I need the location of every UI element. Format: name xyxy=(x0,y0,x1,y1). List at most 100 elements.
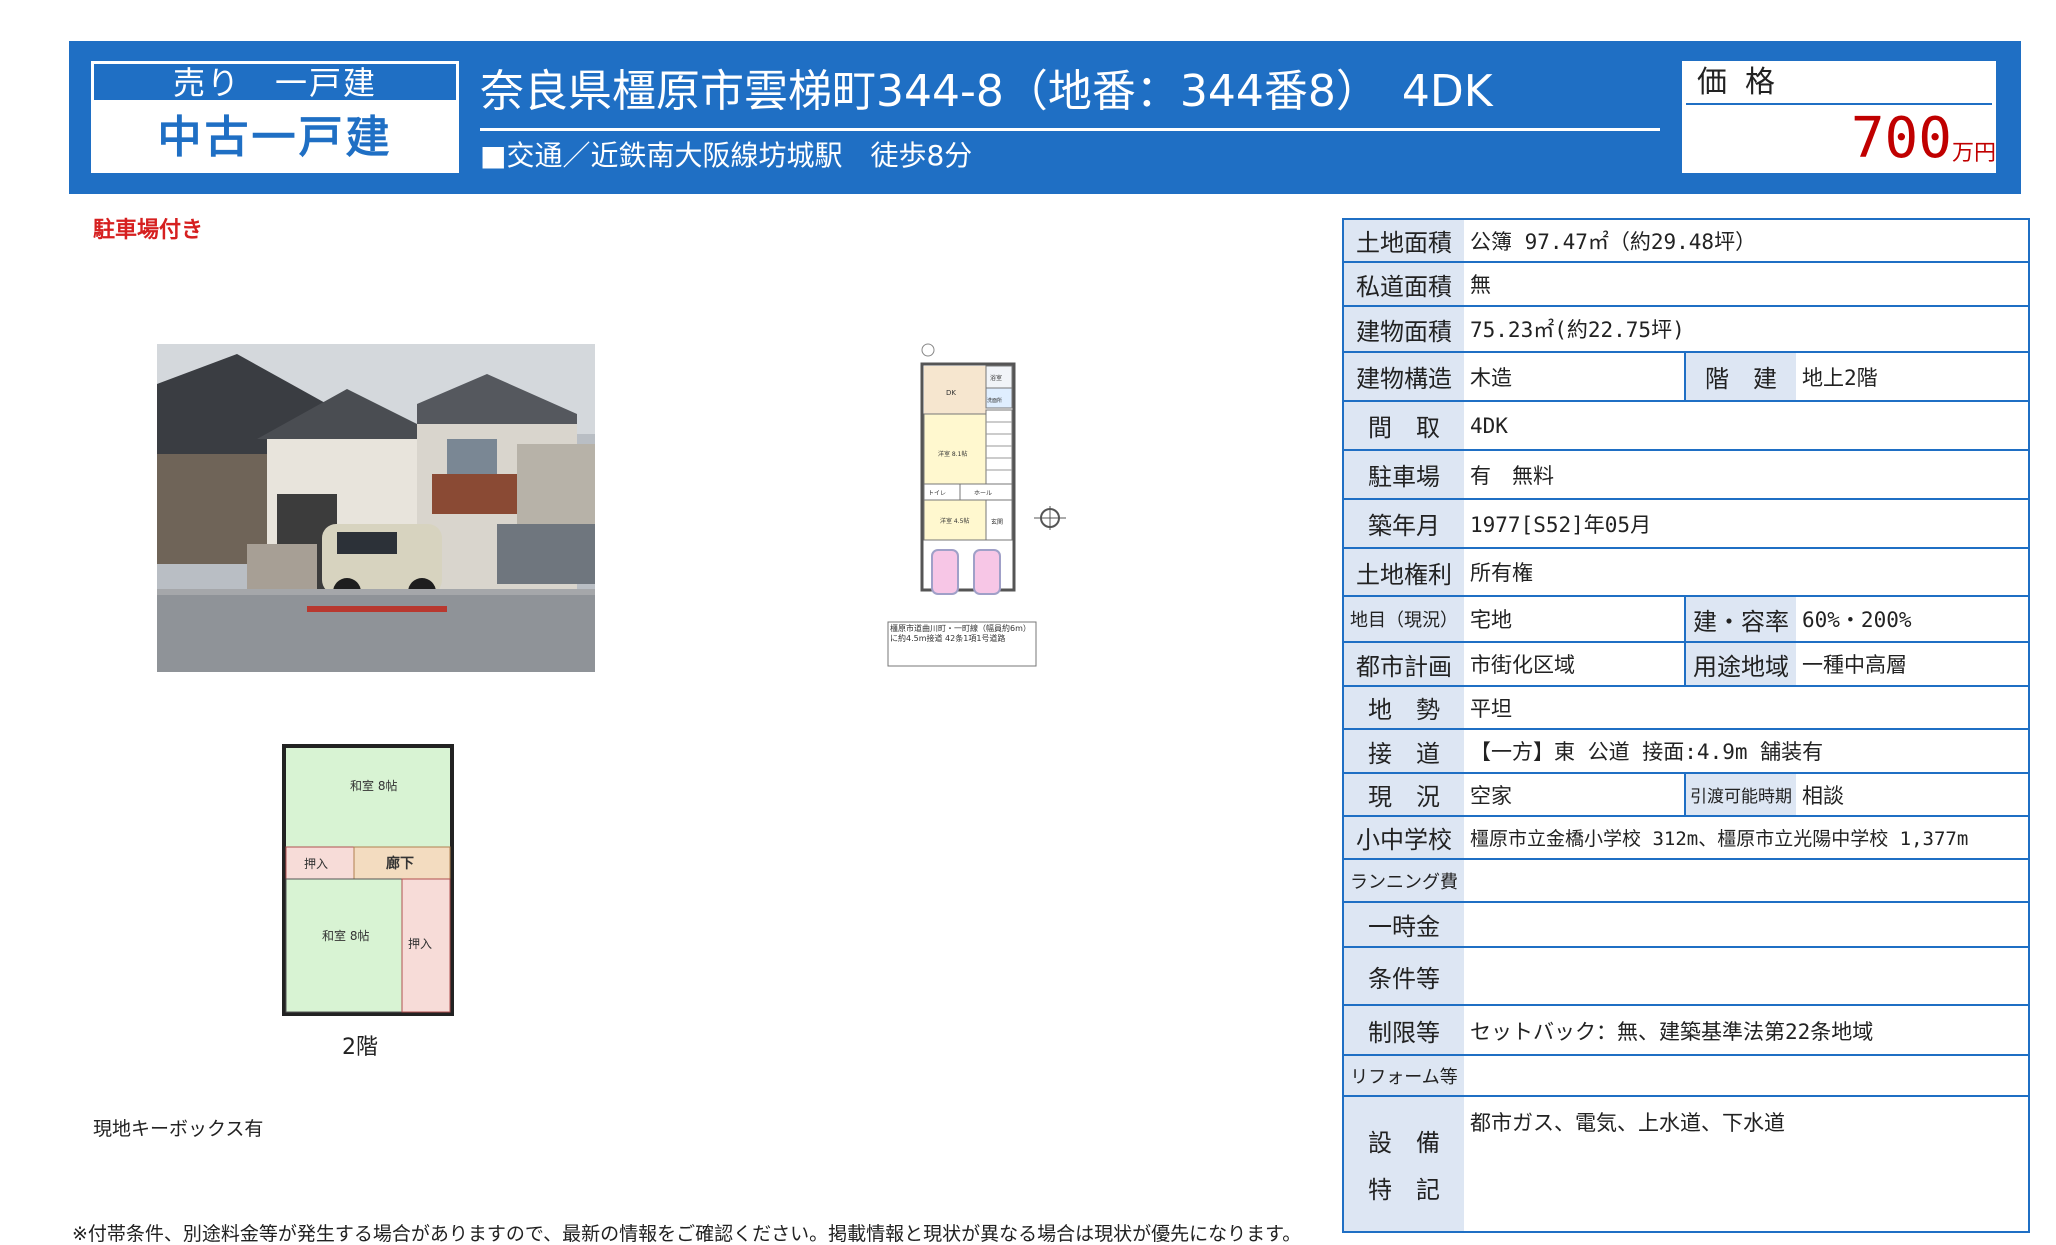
coverage-ratio-label: 建・容率 xyxy=(1686,597,1796,641)
structure-label: 建物構造 xyxy=(1344,353,1464,400)
access-info: ■交通／近鉄南大阪線坊城駅 徒歩8分 xyxy=(480,139,973,172)
facilities-label-1: 設 備 xyxy=(1368,1129,1440,1157)
property-type-label: 中古一戸建 xyxy=(91,103,459,173)
row-facilities: 設 備 特 記 都市ガス、電気、上水道、下水道 xyxy=(1344,1097,2028,1231)
facilities-label-2: 特 記 xyxy=(1368,1176,1440,1204)
facilities-value: 都市ガス、電気、上水道、下水道 xyxy=(1470,1111,1785,1135)
land-category-value: 宅地 xyxy=(1464,597,1686,641)
land-area-label: 土地面積 xyxy=(1344,220,1464,261)
row-land-category: 地目（現況） 宅地 建・容率 60%・200% xyxy=(1344,597,2028,643)
structure-value: 木造 xyxy=(1464,353,1686,400)
room-entrance: 玄関 xyxy=(991,518,1003,526)
keybox-note: 現地キーボックス有 xyxy=(93,1118,264,1140)
row-status: 現 況 空家 引渡可能時期 相談 xyxy=(1344,774,2028,817)
closet-2: 押入 xyxy=(408,937,432,951)
road-access-label: 接 道 xyxy=(1344,730,1464,772)
row-private-road: 私道面積 無 xyxy=(1344,263,2028,307)
land-rights-label: 土地権利 xyxy=(1344,549,1464,595)
price-value: 700 xyxy=(1850,106,1952,171)
floor-plan-1f: DK 浴室 洗面所 洋室 8.1帖 トイレ ホール 洋室 4.5帖 玄関 橿原市… xyxy=(887,343,1066,667)
private-road-label: 私道面積 xyxy=(1344,263,1464,305)
row-running-cost: ランニング費 xyxy=(1344,860,2028,903)
layout-label: 間 取 xyxy=(1344,402,1464,449)
lump-sum-label: 一時金 xyxy=(1344,903,1464,946)
running-cost-label: ランニング費 xyxy=(1344,860,1464,901)
row-city-planning: 都市計画 市街化区域 用途地域 一種中高層 xyxy=(1344,643,2028,687)
zoning-value: 一種中高層 xyxy=(1802,653,1907,677)
handover-label: 引渡可能時期 xyxy=(1686,774,1796,815)
price-divider xyxy=(1686,103,1992,105)
room-washroom: 洗面所 xyxy=(987,397,1002,404)
row-reform: リフォーム等 xyxy=(1344,1056,2028,1097)
building-area-value: 75.23㎡(約22.75坪) xyxy=(1470,318,1685,342)
footer-disclaimer: ※付帯条件、別途料金等が発生する場合がありますので、最新の情報をご確認ください。… xyxy=(72,1223,1302,1245)
row-layout: 間 取 4DK xyxy=(1344,402,2028,451)
address-title: 奈良県橿原市雲梯町344-8（地番：344番8） 4DK xyxy=(480,66,1493,117)
reform-value xyxy=(1464,1056,2024,1095)
floors-value: 地上2階 xyxy=(1802,365,1878,390)
built-label: 築年月 xyxy=(1344,500,1464,547)
land-area-value: 公簿 97.47㎡（約29.48坪） xyxy=(1470,229,1757,254)
sale-type-label: 売り 一戸建 xyxy=(91,61,459,103)
parking-value: 有 無料 xyxy=(1470,463,1554,488)
row-conditions: 条件等 xyxy=(1344,948,2028,1006)
land-category-label: 地目（現況） xyxy=(1344,597,1464,641)
facilities-label: 設 備 特 記 xyxy=(1344,1097,1464,1231)
row-terrain: 地 勢 平坦 xyxy=(1344,687,2028,730)
row-lump-sum: 一時金 xyxy=(1344,903,2028,948)
parking-note: 駐車場付き xyxy=(93,218,204,243)
lump-sum-value xyxy=(1464,903,2024,946)
handover-value: 相談 xyxy=(1802,783,1844,808)
land-rights-value: 所有権 xyxy=(1470,561,1533,585)
parking-label: 駐車場 xyxy=(1344,451,1464,498)
room-bath: 浴室 xyxy=(990,374,1002,382)
room-western-2: 洋室 4.5帖 xyxy=(940,517,969,525)
layout-value: 4DK xyxy=(1470,413,1508,438)
road-note: 橿原市道曲川町・一町線（幅員約6m）に約4.5m接道 42条1項1号道路 xyxy=(890,624,1031,643)
running-cost-value xyxy=(1464,860,2024,901)
conditions-label: 条件等 xyxy=(1344,948,1464,1004)
floor-label-2f: 2階 xyxy=(342,1035,378,1060)
floor-plan-2f: 和室 8帖 押入 廊下 和室 8帖 押入 xyxy=(282,744,454,1016)
room-toilet: トイレ xyxy=(928,490,946,497)
row-schools: 小中学校 橿原市立金橋小学校 312m、橿原市立光陽中学校 1,377m xyxy=(1344,817,2028,860)
restrictions-label: 制限等 xyxy=(1344,1006,1464,1054)
private-road-value: 無 xyxy=(1470,273,1491,297)
status-label: 現 況 xyxy=(1344,774,1464,815)
price-label: 価格 xyxy=(1697,65,1793,100)
conditions-value xyxy=(1464,948,2024,1004)
built-value: 1977[S52]年05月 xyxy=(1470,512,1652,537)
city-planning-value: 市街化区域 xyxy=(1464,643,1686,685)
road-access-value: 【一方】東 公道 接面:4.9m 舗装有 xyxy=(1470,740,1824,764)
row-parking: 駐車場 有 無料 xyxy=(1344,451,2028,500)
room-western-1: 洋室 8.1帖 xyxy=(938,450,967,458)
closet-1: 押入 xyxy=(304,857,328,871)
row-land-area: 土地面積 公簿 97.47㎡（約29.48坪） xyxy=(1344,220,2028,263)
room-dk: DK xyxy=(946,389,956,397)
row-structure: 建物構造 木造 階 建 地上2階 xyxy=(1344,353,2028,402)
header-divider xyxy=(480,128,1660,131)
reform-label: リフォーム等 xyxy=(1344,1056,1464,1095)
price-unit: 万円 xyxy=(1952,141,1997,166)
room-japanese-1: 和室 8帖 xyxy=(350,778,397,793)
zoning-label: 用途地域 xyxy=(1686,643,1796,685)
row-land-rights: 土地権利 所有権 xyxy=(1344,549,2028,597)
coverage-ratio-value: 60%・200% xyxy=(1802,608,1912,632)
property-photo xyxy=(157,344,595,672)
city-planning-label: 都市計画 xyxy=(1344,643,1464,685)
status-value: 空家 xyxy=(1464,774,1686,815)
schools-value: 橿原市立金橋小学校 312m、橿原市立光陽中学校 1,377m xyxy=(1470,828,1969,850)
terrain-value: 平坦 xyxy=(1470,696,1512,721)
row-built: 築年月 1977[S52]年05月 xyxy=(1344,500,2028,549)
spec-table: 土地面積 公簿 97.47㎡（約29.48坪） 私道面積 無 建物面積 75.2… xyxy=(1342,218,2030,1233)
row-restrictions: 制限等 セットバック：無、建築基準法第22条地域 xyxy=(1344,1006,2028,1056)
row-building-area: 建物面積 75.23㎡(約22.75坪) xyxy=(1344,307,2028,353)
row-road-access: 接 道 【一方】東 公道 接面:4.9m 舗装有 xyxy=(1344,730,2028,774)
corridor: 廊下 xyxy=(386,855,414,872)
room-hall: ホール xyxy=(974,490,992,497)
terrain-label: 地 勢 xyxy=(1344,687,1464,728)
schools-label: 小中学校 xyxy=(1344,817,1464,858)
room-japanese-2: 和室 8帖 xyxy=(322,928,369,943)
floors-label: 階 建 xyxy=(1686,353,1796,400)
restrictions-value: セットバック：無、建築基準法第22条地域 xyxy=(1470,1020,1874,1044)
